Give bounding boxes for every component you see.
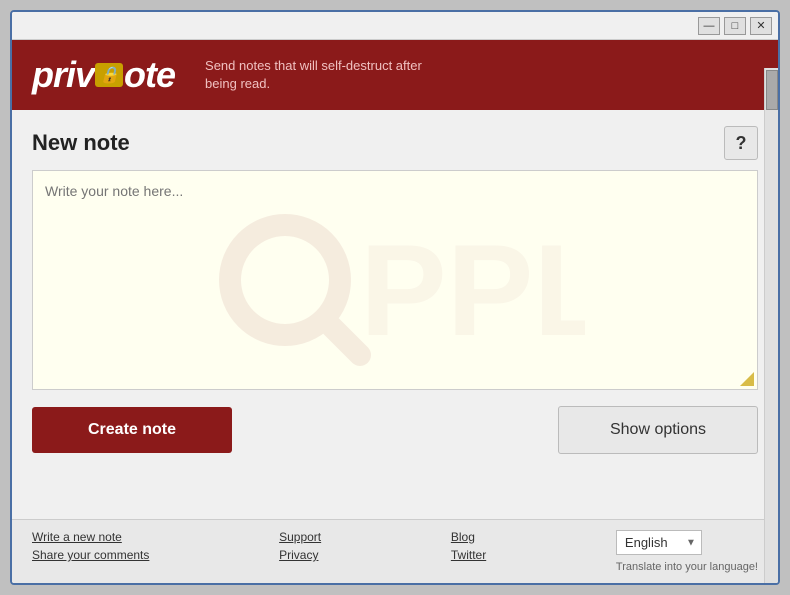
app-window: — □ ✕ priv 🔒 ote Send notes that will se… xyxy=(10,10,780,585)
app-header: priv 🔒 ote Send notes that will self-des… xyxy=(12,40,778,110)
maximize-button[interactable]: □ xyxy=(724,17,746,35)
footer-right-links: Blog Twitter xyxy=(451,530,486,562)
blog-link[interactable]: Blog xyxy=(451,530,486,544)
footer-inner: Write a new note Share your comments Sup… xyxy=(32,530,758,573)
twitter-link[interactable]: Twitter xyxy=(451,548,486,562)
scrollbar-thumb[interactable] xyxy=(766,70,778,110)
main-content: New note ? PPL xyxy=(12,110,778,519)
footer-center-links: Support Privacy xyxy=(279,530,321,562)
close-button[interactable]: ✕ xyxy=(750,17,772,35)
support-link[interactable]: Support xyxy=(279,530,321,544)
resize-handle[interactable] xyxy=(740,372,756,388)
window-inner: priv 🔒 ote Send notes that will self-des… xyxy=(12,40,778,583)
privacy-link[interactable]: Privacy xyxy=(279,548,321,562)
app-logo: priv 🔒 ote xyxy=(32,54,175,96)
logo-text-after: ote xyxy=(124,54,175,96)
page-title: New note xyxy=(32,130,130,156)
scrollbar[interactable] xyxy=(764,68,778,583)
translate-label: Translate into your language! xyxy=(616,561,758,573)
write-new-note-link[interactable]: Write a new note xyxy=(32,530,149,544)
logo-text-before: priv xyxy=(32,54,94,96)
show-options-button[interactable]: Show options xyxy=(558,406,758,454)
minimize-button[interactable]: — xyxy=(698,17,720,35)
share-comments-link[interactable]: Share your comments xyxy=(32,548,149,562)
note-area-wrapper: PPL xyxy=(32,170,758,390)
footer-language-section: English Español Français Deutsch Italian… xyxy=(616,530,758,573)
header-tagline: Send notes that will self-destruct after… xyxy=(205,57,422,93)
note-input[interactable] xyxy=(32,170,758,390)
button-row: Create note Show options xyxy=(32,406,758,454)
footer: Write a new note Share your comments Sup… xyxy=(12,519,778,583)
language-select-container: English Español Français Deutsch Italian… xyxy=(616,530,702,555)
logo-lock-icon: 🔒 xyxy=(95,63,123,87)
create-note-button[interactable]: Create note xyxy=(32,407,232,453)
titlebar: — □ ✕ xyxy=(12,12,778,40)
footer-left-links: Write a new note Share your comments xyxy=(32,530,149,562)
help-button[interactable]: ? xyxy=(724,126,758,160)
language-select[interactable]: English Español Français Deutsch Italian… xyxy=(616,530,702,555)
main-header-row: New note ? xyxy=(32,126,758,160)
